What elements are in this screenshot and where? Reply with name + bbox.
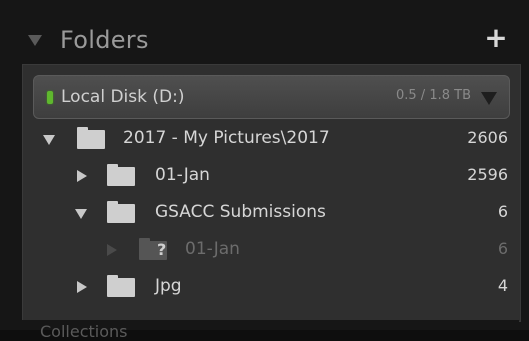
folder-name: 01-Jan bbox=[155, 165, 210, 185]
folder-icon bbox=[107, 164, 135, 186]
volume-usage: 0.5 / 1.8 TB bbox=[396, 88, 471, 103]
panel-title: Folders bbox=[60, 26, 149, 54]
next-panel-title[interactable]: Collections bbox=[40, 322, 127, 341]
folder-icon bbox=[77, 127, 105, 149]
expand-triangle-icon[interactable] bbox=[77, 281, 87, 293]
folder-row-missing[interactable]: ? 01-Jan 6 bbox=[23, 232, 520, 268]
folder-name: GSACC Submissions bbox=[155, 202, 326, 222]
folder-count: 4 bbox=[497, 276, 508, 295]
expand-triangle-icon[interactable] bbox=[75, 209, 87, 219]
folder-row[interactable]: Jpg 4 bbox=[23, 269, 520, 305]
folder-name: Jpg bbox=[155, 276, 182, 296]
volume-status-icon bbox=[47, 90, 53, 104]
folder-row[interactable]: 01-Jan 2596 bbox=[23, 158, 520, 194]
volume-label: Local Disk (D:) bbox=[61, 87, 185, 107]
folders-panel: Folders + Local Disk (D:) 0.5 / 1.8 TB 2… bbox=[0, 0, 529, 341]
folder-name: 2017 - My Pictures\2017 bbox=[123, 128, 330, 148]
add-folder-button[interactable]: + bbox=[483, 24, 509, 52]
folder-row[interactable]: GSACC Submissions 6 bbox=[23, 195, 520, 231]
collapse-triangle-icon[interactable] bbox=[28, 34, 42, 46]
folder-count: 6 bbox=[497, 202, 508, 221]
expand-triangle-icon[interactable] bbox=[77, 170, 87, 182]
folder-count: 2596 bbox=[467, 165, 508, 184]
folder-row[interactable]: 2017 - My Pictures\2017 2606 bbox=[23, 121, 520, 157]
expand-triangle-icon[interactable] bbox=[43, 135, 55, 145]
folder-icon bbox=[107, 275, 135, 297]
folder-icon bbox=[107, 201, 135, 223]
question-mark-icon: ? bbox=[157, 240, 167, 259]
volume-menu-triangle-icon[interactable] bbox=[481, 92, 497, 105]
folders-panel-header[interactable]: Folders + bbox=[22, 18, 519, 62]
expand-triangle-icon[interactable] bbox=[107, 244, 117, 256]
folder-tree: Local Disk (D:) 0.5 / 1.8 TB 2017 - My P… bbox=[22, 64, 521, 322]
folder-count: 2606 bbox=[467, 128, 508, 147]
folder-count: 6 bbox=[497, 239, 508, 258]
folder-name: 01-Jan bbox=[185, 239, 240, 259]
volume-bar[interactable]: Local Disk (D:) 0.5 / 1.8 TB bbox=[33, 75, 510, 119]
